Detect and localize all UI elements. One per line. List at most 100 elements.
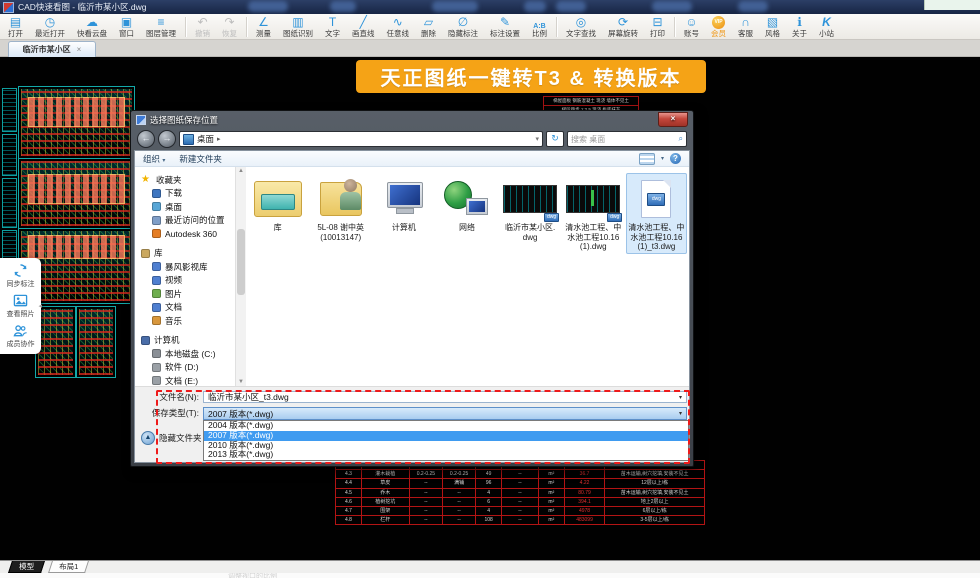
tree-group-收藏夹[interactable]: ★收藏夹 (135, 173, 235, 187)
tree-group-label: 库 (154, 247, 163, 259)
toolbar-button-style-icon[interactable]: ▧风格 (759, 15, 786, 39)
cad-table-cell: 0.2-0.25 (409, 470, 442, 479)
toolbar-button-hide-markup-icon[interactable]: ∅隐藏标注 (442, 15, 484, 39)
toolbar-button-freehand-line-icon[interactable]: ∿任意线 (381, 15, 416, 39)
tree-group-库[interactable]: 库 (135, 247, 235, 261)
document-tab[interactable]: 临沂市某小区 × (8, 41, 96, 57)
file-item-网络[interactable]: 网络 (436, 173, 497, 235)
help-icon[interactable]: ? (670, 153, 681, 164)
drawing-thumbnail[interactable] (76, 306, 116, 378)
toolbar-button-draw-line-icon[interactable]: ╱画直线 (346, 15, 381, 39)
about-icon: ℹ (797, 16, 802, 29)
toolbar-button-print-icon[interactable]: ⊟打印 (644, 15, 671, 39)
tree-item-视频[interactable]: 视频 (135, 274, 235, 288)
cad-table-cell: -- (502, 488, 539, 497)
toolbar-button-label: 撤销 (195, 29, 210, 38)
tree-scrollbar[interactable]: ▲ ▼ (235, 167, 246, 387)
toolbar-button-cloud-drive-icon[interactable]: ☁快看云盘 (71, 15, 113, 39)
drawing-thumbnail[interactable] (18, 86, 135, 159)
scrollbar-thumb[interactable] (237, 229, 245, 295)
toolbar-separator (246, 17, 247, 37)
forward-button[interactable]: → (158, 130, 176, 148)
address-dropdown-icon[interactable]: ▾ (535, 135, 539, 143)
breadcrumb-location[interactable]: 桌面 (197, 133, 214, 145)
toolbar-button-measure-icon[interactable]: ∠测量 (250, 15, 277, 39)
sync-markup-button[interactable]: 同步标注 (7, 263, 35, 289)
tree-item-软件 (D:)[interactable]: 软件 (D:) (135, 361, 235, 375)
tree-item-Autodesk 360[interactable]: Autodesk 360 (135, 227, 235, 241)
folder-icon (152, 189, 161, 198)
drawing-thumbnail[interactable] (35, 306, 76, 378)
cad-table-cell: 80.79 (564, 488, 605, 497)
dwg-doc-icon: dwg (641, 175, 671, 223)
breadcrumb[interactable]: 桌面 ▸ ▾ (179, 131, 543, 147)
file-item-label: 库 (274, 223, 282, 233)
toolbar-button-support-icon[interactable]: ∩客服 (732, 15, 759, 39)
back-button[interactable]: ← (137, 130, 155, 148)
tree-item-音乐[interactable]: 音乐 (135, 314, 235, 328)
network-icon (444, 175, 490, 223)
tab-close-icon[interactable]: × (77, 45, 82, 54)
toolbar-button-erase-icon[interactable]: ▱删除 (415, 15, 442, 39)
toolbar-button-open-icon[interactable]: ▤打开 (2, 15, 29, 39)
tree-item-本地磁盘 (C:)[interactable]: 本地磁盘 (C:) (135, 347, 235, 361)
cad-table-row: 4.6植树挖坑----6--m²394.1地上2层以上 (336, 497, 705, 506)
cad-table-cell: 苗木运输,树穴挖填,安装不见土 (605, 470, 705, 479)
file-item-清水池工程、中水池工程10.16(1)_t3.dwg[interactable]: dwg清水池工程、中水池工程10.16(1)_t3.dwg (626, 173, 687, 254)
folder-icon (152, 376, 161, 385)
organize-menu[interactable]: 组织 ▾ (143, 153, 165, 165)
toolbar-button-about-icon[interactable]: ℹ关于 (786, 15, 813, 39)
toolbar-button-window-icon[interactable]: ▣窗口 (113, 15, 140, 39)
scroll-up-icon[interactable]: ▲ (236, 167, 246, 176)
view-photos-button[interactable]: 查看照片 (7, 293, 35, 319)
toolbar-button-rotate-screen-icon[interactable]: ⟳屏幕旋转 (602, 15, 644, 39)
tree-item-最近访问的位置[interactable]: 最近访问的位置 (135, 214, 235, 228)
view-mode-caret-icon[interactable]: ▾ (661, 155, 664, 162)
file-item-临沂市某小区.dwg[interactable]: dwg临沂市某小区.dwg (500, 173, 561, 244)
drawing-thumbnail[interactable] (18, 158, 135, 229)
cad-table-cell: -- (502, 479, 539, 488)
member-collab-button[interactable]: 成员协作 (7, 323, 35, 349)
toolbar-button-recent-open-icon[interactable]: ◷最近打开 (29, 15, 71, 39)
cad-table-cell: -- (409, 507, 442, 516)
tree-item-暴风影视库[interactable]: 暴风影视库 (135, 260, 235, 274)
dialog-close-button[interactable]: × (658, 112, 688, 127)
file-item-清水池工程、中水池工程10.16(1).dwg[interactable]: dwg清水池工程、中水池工程10.16(1).dwg (563, 173, 624, 254)
layout-tab-布局1[interactable]: 布局1 (48, 561, 89, 573)
toolbar-button-markup-settings-icon[interactable]: ✎标注设置 (484, 15, 526, 39)
toolbar-button-drawing-ocr-icon[interactable]: ▥图纸识别 (277, 15, 319, 39)
file-item-库[interactable]: 库 (247, 173, 308, 235)
cad-table-cell: m² (538, 479, 564, 488)
dialog-title-bar[interactable]: 选择图纸保存位置 × (131, 111, 693, 128)
toolbar-button-scale-icon[interactable]: A:B比例 (526, 15, 553, 39)
tree-item-文档[interactable]: 文档 (135, 301, 235, 315)
tree-item-下载[interactable]: 下载 (135, 187, 235, 201)
toolbar-button-account-icon[interactable]: ☺账号 (678, 15, 705, 39)
folder-icon (152, 216, 161, 225)
view-mode-icon[interactable] (639, 153, 655, 165)
breadcrumb-caret-icon[interactable]: ▸ (217, 135, 221, 143)
toolbar-button-site-icon[interactable]: K小站 (813, 15, 840, 39)
layout-tab-模型[interactable]: 模型 (8, 561, 45, 573)
new-folder-button[interactable]: 新建文件夹 (179, 153, 222, 165)
tree-item-图片[interactable]: 图片 (135, 287, 235, 301)
file-item-5L-08 谢中英(10013147)[interactable]: 5L-08 谢中英(10013147) (310, 173, 371, 244)
toolbar-button-vip-icon[interactable]: VIP会员 (705, 15, 732, 39)
tree-item-label: 最近访问的位置 (165, 214, 225, 226)
tree-item-桌面[interactable]: 桌面 (135, 200, 235, 214)
tree-group-计算机[interactable]: 计算机 (135, 334, 235, 348)
thumbnail-mini[interactable] (2, 134, 17, 176)
promo-banner[interactable]: 天正图纸一键转T3 & 转换版本 (356, 60, 706, 93)
refresh-button[interactable]: ↻ (546, 131, 564, 147)
thumbnail-mini[interactable] (2, 88, 17, 132)
toolbar-button-layer-manager-icon[interactable]: ≡图层管理 (140, 15, 182, 39)
rotate-screen-icon: ⟳ (618, 16, 628, 29)
main-toolbar: ▤打开◷最近打开☁快看云盘▣窗口≡图层管理↶撤销↷恢复∠测量▥图纸识别T文字╱画… (0, 14, 980, 40)
thumbnail-mini[interactable] (2, 178, 17, 228)
file-item-计算机[interactable]: 计算机 (373, 173, 434, 235)
search-input[interactable]: 搜索 桌面 ⌕ (567, 131, 687, 147)
toolbar-button-find-text-icon[interactable]: ◎文字查找 (560, 15, 602, 39)
panel-collapse-icon[interactable]: ◂ (38, 302, 42, 310)
text-icon: T (329, 16, 336, 29)
toolbar-button-text-icon[interactable]: T文字 (319, 15, 346, 39)
